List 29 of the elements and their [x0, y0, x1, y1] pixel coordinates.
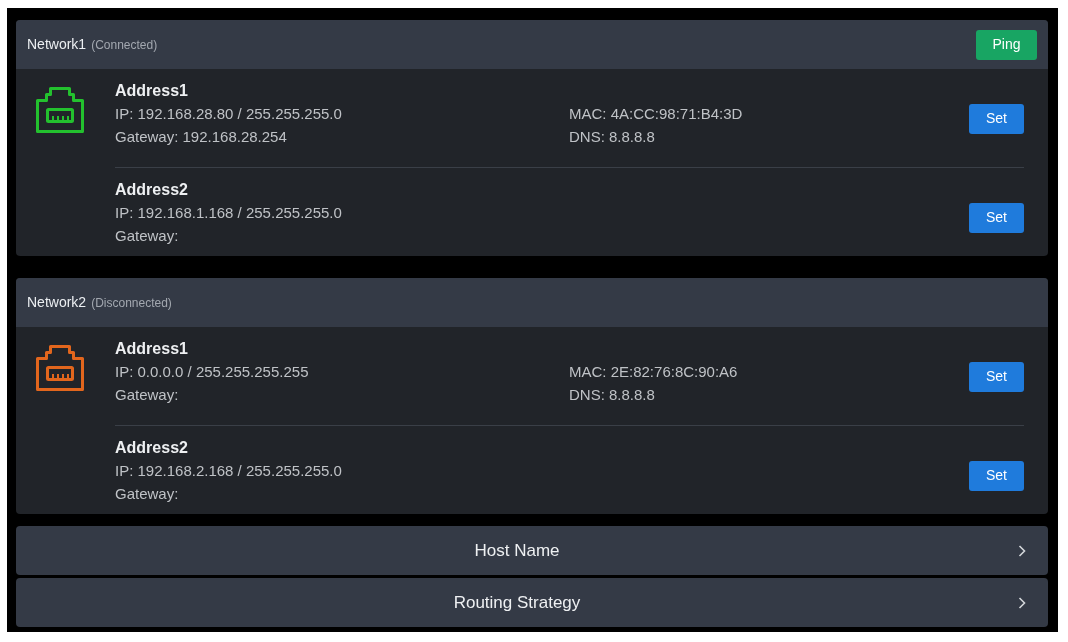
ip-address: IP: 192.168.2.168 / 255.255.255.0 — [115, 461, 343, 481]
gateway: Gateway: 192.168.28.254 — [115, 127, 288, 147]
chevron-right-icon — [1018, 596, 1026, 609]
mac-address: MAC: 2E:82:76:8C:90:A6 — [569, 362, 739, 382]
address-title: Address2 — [115, 180, 189, 200]
ip-address: IP: 192.168.28.80 / 255.255.255.0 — [115, 104, 343, 124]
gateway: Gateway: — [115, 385, 180, 405]
settings-row[interactable]: Routing Strategy — [16, 578, 1048, 627]
ip-address: IP: 192.168.1.168 / 255.255.255.0 — [115, 203, 343, 223]
connection-status: (Disconnected) — [91, 295, 172, 312]
ip-address: IP: 0.0.0.0 / 255.255.255.255 — [115, 362, 310, 382]
address-title: Address2 — [115, 438, 189, 458]
network-name: Network1 — [27, 35, 87, 54]
gateway: Gateway: — [115, 226, 180, 246]
ping-button[interactable]: Ping — [976, 29, 1037, 60]
address-title: Address1 — [115, 81, 189, 101]
set-button[interactable]: Set — [969, 361, 1024, 392]
dns-server: DNS: 8.8.8.8 — [569, 385, 656, 405]
address-title: Address1 — [115, 339, 189, 359]
connection-status: (Connected) — [91, 37, 158, 54]
dns-server: DNS: 8.8.8.8 — [569, 127, 656, 147]
set-button[interactable]: Set — [969, 103, 1024, 134]
network-name: Network2 — [27, 293, 87, 312]
settings-row[interactable]: Host Name — [16, 526, 1048, 575]
set-button[interactable]: Set — [969, 202, 1024, 233]
gateway: Gateway: — [115, 484, 180, 504]
set-button[interactable]: Set — [969, 460, 1024, 491]
chevron-right-icon — [1018, 544, 1026, 557]
mac-address: MAC: 4A:CC:98:71:B4:3D — [569, 104, 744, 124]
